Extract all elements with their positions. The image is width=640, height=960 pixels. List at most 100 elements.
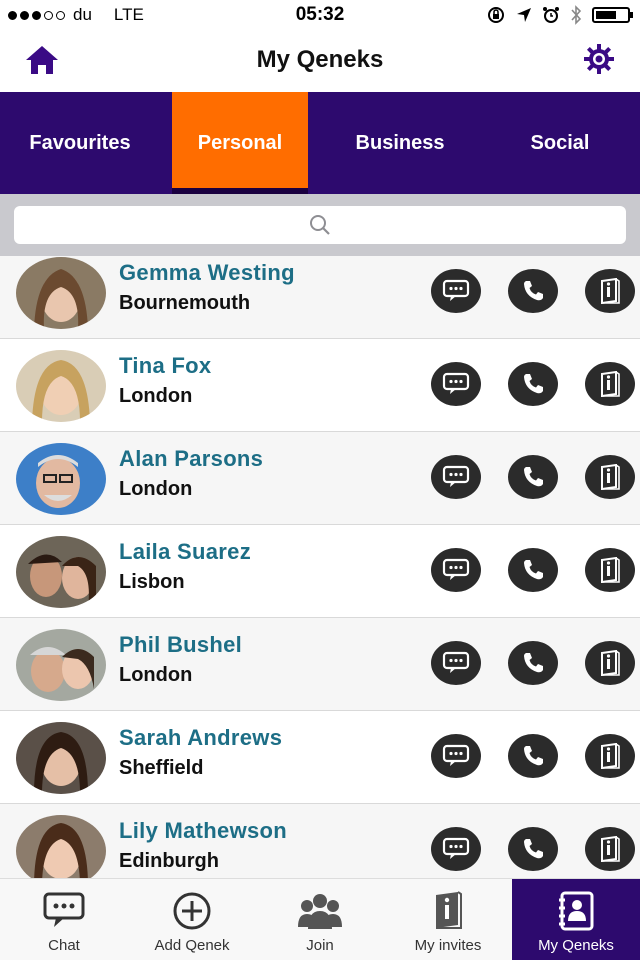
nav-add-qenek[interactable]: Add Qenek <box>128 879 256 960</box>
contact-row[interactable]: Sarah Andrews Sheffield <box>0 711 640 804</box>
info-button[interactable] <box>585 734 635 778</box>
add-circle-icon <box>173 892 211 930</box>
contact-name: Laila Suarez <box>119 539 251 564</box>
nav-label: Join <box>306 937 334 954</box>
phone-icon <box>524 560 543 580</box>
tab-personal[interactable]: Personal <box>160 92 320 194</box>
contact-name: Tina Fox <box>119 353 212 378</box>
call-button[interactable] <box>508 362 558 406</box>
info-book-icon <box>601 278 620 304</box>
chat-bubble-icon <box>442 558 470 580</box>
chat-button[interactable] <box>431 362 481 406</box>
avatar <box>16 350 106 422</box>
info-button[interactable] <box>585 362 635 406</box>
contact-list: Gemma Westing Bournemouth Tina Fox Londo… <box>0 256 640 878</box>
info-book-icon <box>601 836 620 862</box>
chat-bubble-icon <box>442 837 470 859</box>
info-book-icon <box>601 464 620 490</box>
avatar <box>16 257 106 329</box>
chat-button[interactable] <box>431 269 481 313</box>
tab-label: Business <box>355 131 445 154</box>
info-book-icon <box>601 743 620 769</box>
search-bar <box>0 194 640 256</box>
contact-name: Sarah Andrews <box>119 725 283 750</box>
info-button[interactable] <box>585 269 635 313</box>
info-book-icon <box>601 557 620 583</box>
group-icon <box>298 894 342 929</box>
category-tabs: Favourites Personal Business Social <box>0 92 640 194</box>
avatar <box>16 536 106 608</box>
phone-icon <box>524 281 543 301</box>
nav-label: My Qeneks <box>538 937 614 954</box>
phone-icon <box>524 374 543 394</box>
tab-label: Social <box>530 131 590 154</box>
nav-join[interactable]: Join <box>256 879 384 960</box>
avatar <box>16 629 106 701</box>
avatar <box>16 443 106 515</box>
info-button[interactable] <box>585 827 635 871</box>
phone-icon <box>524 746 543 766</box>
info-button[interactable] <box>585 641 635 685</box>
contact-name: Alan Parsons <box>119 446 264 471</box>
gear-icon[interactable] <box>582 42 616 76</box>
chat-bubble-icon <box>442 651 470 673</box>
nav-my-qeneks[interactable]: My Qeneks <box>512 879 640 960</box>
chat-button[interactable] <box>431 548 481 592</box>
contact-row[interactable]: Tina Fox London <box>0 339 640 432</box>
avatar <box>16 815 106 878</box>
nav-label: Chat <box>48 937 80 954</box>
contact-city: Bournemouth <box>119 292 251 314</box>
chat-button[interactable] <box>431 455 481 499</box>
info-book-icon <box>601 650 620 676</box>
bluetooth-icon <box>571 5 582 25</box>
chat-button[interactable] <box>431 641 481 685</box>
tab-business[interactable]: Business <box>320 92 480 194</box>
info-book-icon <box>601 371 620 397</box>
contact-name: Lily Mathewson <box>119 818 287 843</box>
page-title: My Qeneks <box>256 46 384 73</box>
tab-favourites[interactable]: Favourites <box>0 92 160 194</box>
alarm-icon <box>543 7 559 23</box>
call-button[interactable] <box>508 827 558 871</box>
chat-bubble-icon <box>442 279 470 301</box>
nav-label: My invites <box>414 937 482 954</box>
contact-row[interactable]: Lily Mathewson Edinburgh <box>0 804 640 878</box>
contact-city: London <box>119 664 193 686</box>
call-button[interactable] <box>508 734 558 778</box>
phone-icon <box>524 839 543 859</box>
phone-icon <box>524 467 543 487</box>
bottom-tab-bar: Chat Add Qenek Join My invites My Qeneks <box>0 878 640 960</box>
contact-row[interactable]: Laila Suarez Lisbon <box>0 525 640 618</box>
call-button[interactable] <box>508 455 558 499</box>
chat-icon <box>43 892 85 927</box>
contact-city: Sheffield <box>119 757 204 779</box>
info-button[interactable] <box>585 548 635 592</box>
rotation-lock-icon <box>488 7 504 23</box>
contact-row[interactable]: Phil Bushel London <box>0 618 640 711</box>
tab-social[interactable]: Social <box>480 92 640 194</box>
tab-label: Personal <box>197 131 283 154</box>
search-icon <box>310 215 330 235</box>
contact-city: Edinburgh <box>119 850 219 872</box>
search-input[interactable] <box>14 206 626 244</box>
contact-name: Phil Bushel <box>119 632 243 657</box>
app-header: My Qeneks <box>0 30 640 92</box>
contacts-book-icon <box>559 891 594 931</box>
location-arrow-icon <box>517 8 531 22</box>
call-button[interactable] <box>508 548 558 592</box>
contact-name: Gemma Westing <box>119 260 295 285</box>
nav-chat[interactable]: Chat <box>0 879 128 960</box>
info-button[interactable] <box>585 455 635 499</box>
chat-bubble-icon <box>442 744 470 766</box>
nav-label: Add Qenek <box>154 937 230 954</box>
chat-button[interactable] <box>431 827 481 871</box>
info-book-icon <box>436 891 462 929</box>
call-button[interactable] <box>508 269 558 313</box>
chat-button[interactable] <box>431 734 481 778</box>
contact-row[interactable]: Gemma Westing Bournemouth <box>0 256 640 339</box>
status-bar: du LTE 05:32 <box>0 0 640 30</box>
contact-city: Lisbon <box>119 571 185 593</box>
nav-my-invites[interactable]: My invites <box>384 879 512 960</box>
call-button[interactable] <box>508 641 558 685</box>
contact-row[interactable]: Alan Parsons London <box>0 432 640 525</box>
